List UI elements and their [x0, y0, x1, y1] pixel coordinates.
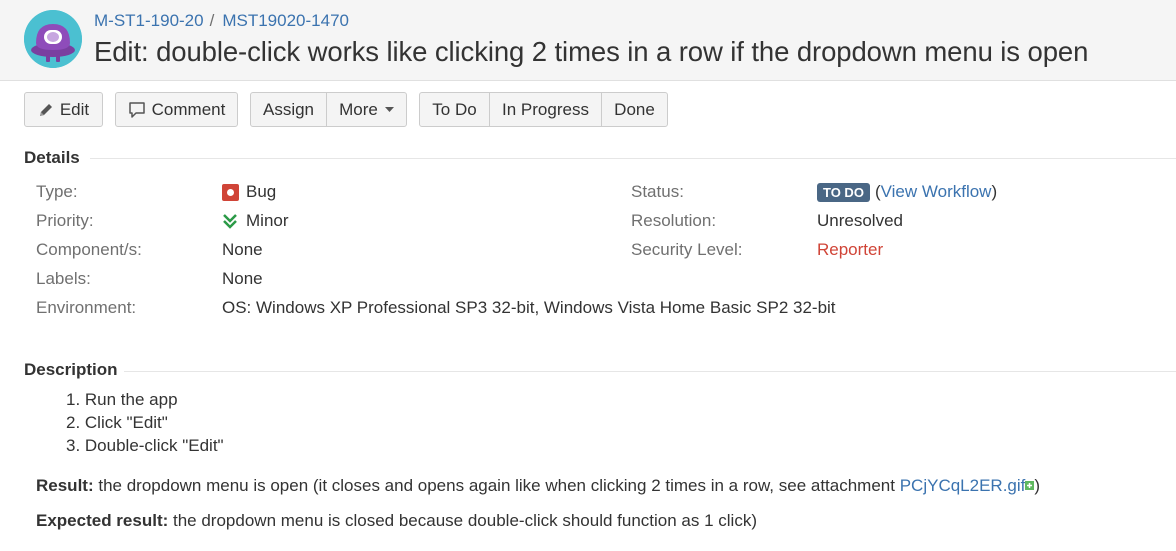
security-level-label: Security Level: [631, 240, 743, 259]
expected-result-label: Expected result: [36, 511, 169, 530]
comment-button[interactable]: Comment [115, 92, 238, 127]
in-progress-button-label: In Progress [502, 99, 589, 119]
resolution-label: Resolution: [631, 211, 717, 230]
result-paragraph: Result: the dropdown menu is open (it cl… [36, 476, 1040, 496]
view-workflow-link[interactable]: View Workflow [881, 182, 992, 202]
status-badge: TO DO [817, 182, 870, 202]
done-button-label: Done [614, 99, 655, 119]
component-label: Component/s: [36, 240, 142, 259]
pencil-icon [38, 102, 54, 118]
labels-value: None [222, 269, 263, 288]
breadcrumb-separator: / [209, 11, 215, 30]
type-label: Type: [36, 182, 78, 201]
priority-label: Priority: [36, 211, 94, 230]
comment-button-label: Comment [151, 99, 226, 119]
more-button-label: More [339, 99, 378, 119]
assign-button-label: Assign [262, 99, 315, 119]
edit-button[interactable]: Edit [24, 92, 103, 127]
view-workflow-close-paren: ) [991, 182, 998, 201]
environment-label: Environment: [36, 298, 137, 317]
issue-header: M-ST1-190-20 / MST19020-1470 Edit: double-… [0, 0, 1176, 81]
details-divider [90, 158, 1176, 159]
edit-button-label: Edit [59, 99, 90, 119]
expected-result-text: the dropdown menu is closed because doub… [173, 511, 757, 530]
todo-transition-button[interactable]: To Do [419, 92, 490, 127]
project-avatar[interactable] [24, 10, 82, 68]
bug-icon [222, 183, 239, 201]
breadcrumb-issue-link[interactable]: MST19020-1470 [222, 11, 349, 30]
security-level-value: Reporter [817, 240, 884, 259]
list-item: 3. Double-click "Edit" [66, 436, 224, 455]
comment-icon [128, 101, 146, 119]
priority-value-text: Minor [246, 211, 289, 230]
more-button[interactable]: More [326, 92, 407, 127]
description-divider [124, 371, 1176, 372]
details-heading: Details [24, 148, 80, 167]
environment-value: OS: Windows XP Professional SP3 32-bit, … [222, 298, 836, 317]
description-steps: 1. Run the app 2. Click "Edit" 3. Double… [66, 390, 224, 459]
expected-result-paragraph: Expected result: the dropdown menu is cl… [36, 511, 757, 531]
result-text: the dropdown menu is open (it closes and… [98, 476, 895, 495]
breadcrumb-project-link[interactable]: M-ST1-190-20 [94, 11, 204, 30]
status-label: Status: [631, 182, 684, 201]
todo-button-label: To Do [432, 99, 477, 119]
status-value: TO DO (View Workflow) [817, 182, 997, 202]
component-value: None [222, 240, 263, 259]
type-value: Bug [222, 182, 276, 202]
type-value-text: Bug [246, 182, 277, 201]
description-heading: Description [24, 360, 118, 379]
resolution-value: Unresolved [817, 211, 903, 230]
page-title: Edit: double-click works like clicking 2… [94, 36, 1089, 67]
in-progress-transition-button[interactable]: In Progress [489, 92, 602, 127]
priority-minor-icon [222, 213, 238, 229]
dropdown-caret-icon [384, 106, 394, 113]
attachment-link[interactable]: PCjYCqL2ER.gif [900, 476, 1026, 495]
breadcrumb: M-ST1-190-20 / MST19020-1470 [94, 11, 349, 31]
done-transition-button[interactable]: Done [601, 92, 668, 127]
result-close-paren: ) [1034, 476, 1041, 495]
list-item: 2. Click "Edit" [66, 413, 168, 432]
list-item: 1. Run the app [66, 390, 178, 409]
assign-button[interactable]: Assign [250, 92, 327, 127]
labels-label: Labels: [36, 269, 91, 288]
priority-value: Minor [222, 211, 289, 231]
result-label: Result: [36, 476, 94, 495]
